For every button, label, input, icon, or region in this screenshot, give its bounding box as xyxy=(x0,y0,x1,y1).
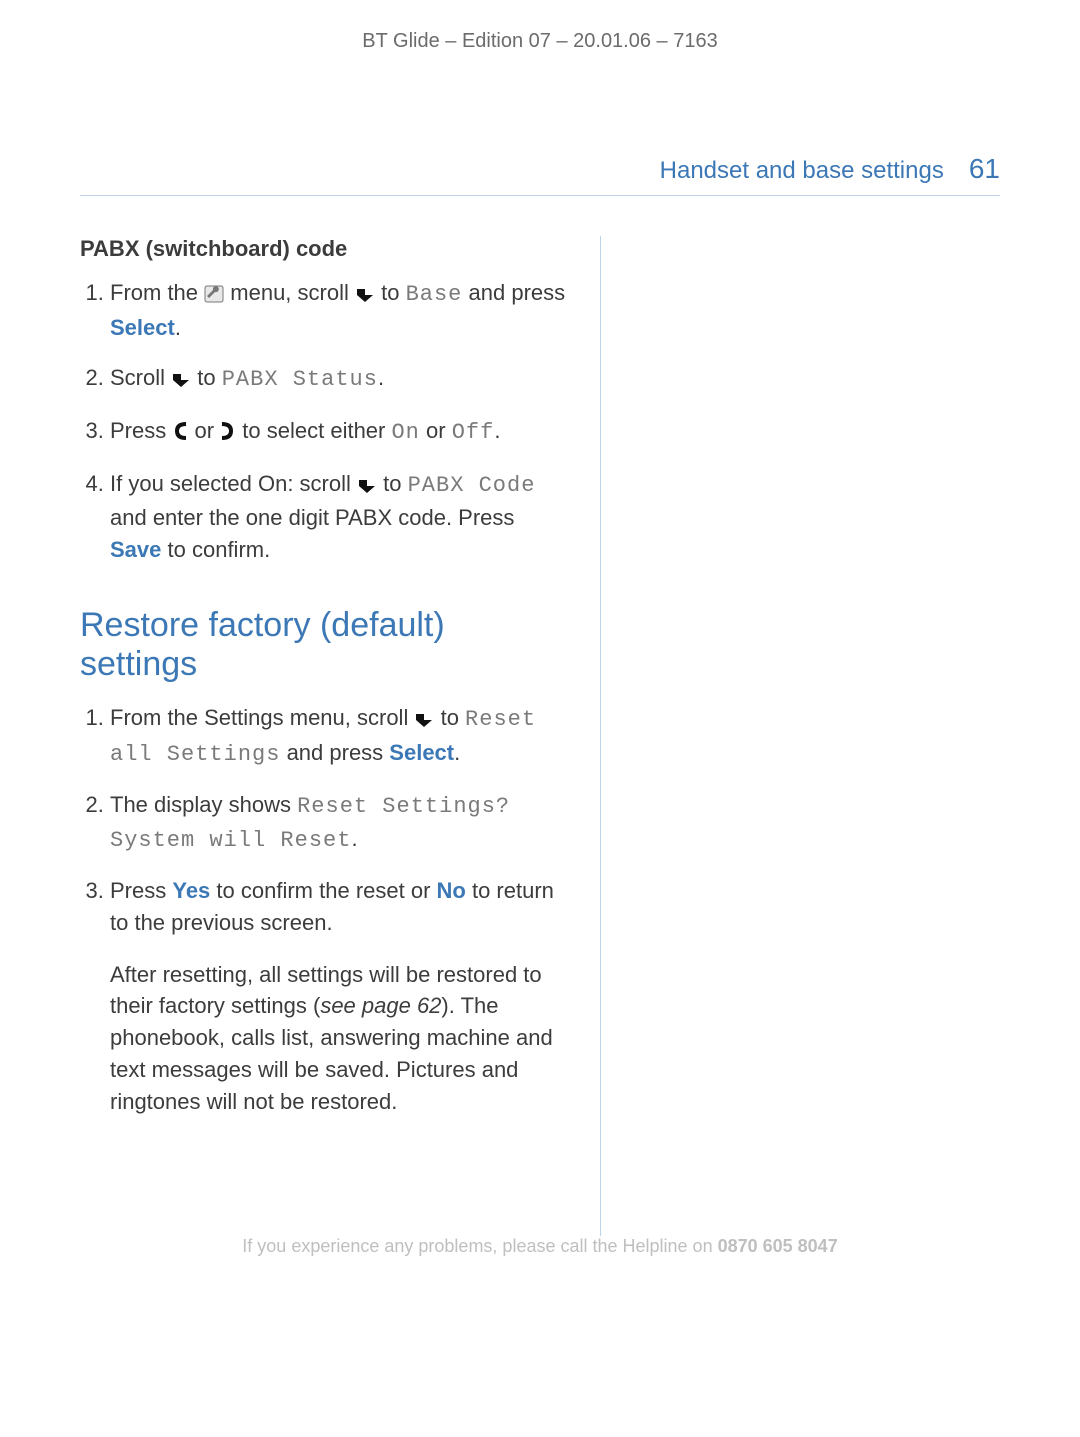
restore-note: After resetting, all settings will be re… xyxy=(110,959,570,1118)
text: . xyxy=(378,365,384,390)
lcd-text: Off xyxy=(452,420,495,445)
lcd-text: On xyxy=(391,420,419,445)
scroll-down-icon xyxy=(171,365,191,397)
text: . xyxy=(175,315,181,340)
text: to xyxy=(197,365,221,390)
text: menu, scroll xyxy=(230,280,355,305)
pabx-step-3: Press or to select either On or Off. xyxy=(110,415,570,450)
page-reference: see page 62 xyxy=(320,993,441,1018)
text: Press xyxy=(110,878,172,903)
right-key-icon xyxy=(220,418,236,450)
text: and press xyxy=(287,740,390,765)
section-name: Handset and base settings xyxy=(660,157,944,185)
text: to confirm the reset or xyxy=(216,878,436,903)
text: to xyxy=(381,280,405,305)
restore-step-2: The display shows Reset Settings? System… xyxy=(110,789,570,857)
softkey-select: Select xyxy=(110,315,175,340)
doc-header: BT Glide – Edition 07 – 20.01.06 – 7163 xyxy=(80,30,1000,53)
lcd-text: PABX Status xyxy=(222,367,378,392)
text: and enter the one digit PABX code. Press xyxy=(110,505,514,530)
text: to confirm. xyxy=(168,537,271,562)
lcd-text: Base xyxy=(406,282,463,307)
restore-heading: Restore factory (default) settings xyxy=(80,606,570,684)
text: . xyxy=(494,418,500,443)
softkey-yes: Yes xyxy=(172,878,210,903)
restore-step-1: From the Settings menu, scroll to Reset … xyxy=(110,702,570,771)
text: From the xyxy=(110,280,204,305)
text: The display shows xyxy=(110,792,297,817)
text: . xyxy=(454,740,460,765)
column-divider xyxy=(600,236,1000,1236)
helpline-footer: If you experience any problems, please c… xyxy=(0,1236,1080,1257)
text: Scroll xyxy=(110,365,171,390)
softkey-no: No xyxy=(437,878,466,903)
pabx-heading: PABX (switchboard) code xyxy=(80,236,570,262)
pabx-steps: From the menu, scroll to Base and press … xyxy=(80,277,570,566)
text: . xyxy=(351,826,357,851)
scroll-down-icon xyxy=(355,280,375,312)
text: or xyxy=(194,418,220,443)
text: to xyxy=(383,471,407,496)
wrench-icon xyxy=(204,280,224,312)
scroll-down-icon xyxy=(414,705,434,737)
text: If you selected On: scroll xyxy=(110,471,357,496)
page-number: 61 xyxy=(969,153,1000,185)
text: Press xyxy=(110,418,172,443)
pabx-step-4: If you selected On: scroll to PABX Code … xyxy=(110,468,570,567)
softkey-select: Select xyxy=(389,740,454,765)
footer-text: If you experience any problems, please c… xyxy=(242,1236,717,1256)
text: to xyxy=(441,705,465,730)
lcd-text: PABX Code xyxy=(408,473,536,498)
text: From the Settings menu, scroll xyxy=(110,705,414,730)
text: or xyxy=(426,418,452,443)
header-divider xyxy=(80,195,1000,196)
scroll-down-icon xyxy=(357,471,377,503)
text: and press xyxy=(469,280,566,305)
helpline-number: 0870 605 8047 xyxy=(718,1236,838,1256)
restore-step-3: Press Yes to confirm the reset or No to … xyxy=(110,875,570,1118)
left-key-icon xyxy=(172,418,188,450)
softkey-save: Save xyxy=(110,537,161,562)
pabx-step-1: From the menu, scroll to Base and press … xyxy=(110,277,570,344)
pabx-step-2: Scroll to PABX Status. xyxy=(110,362,570,397)
text: to select either xyxy=(242,418,391,443)
restore-steps: From the Settings menu, scroll to Reset … xyxy=(80,702,570,1118)
running-header: Handset and base settings 61 xyxy=(80,153,1000,185)
